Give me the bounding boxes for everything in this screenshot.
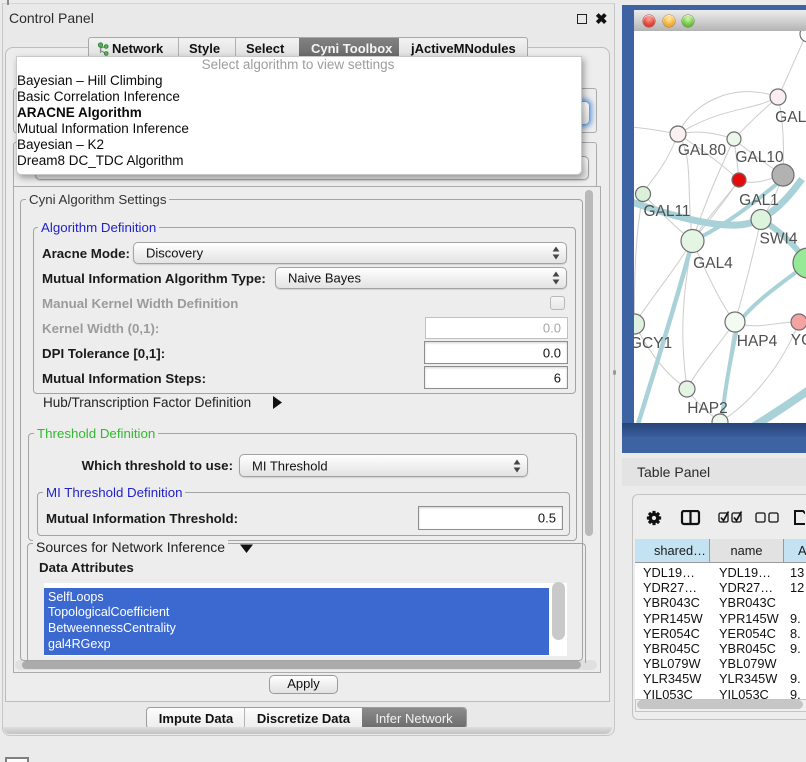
svg-text:HAP2: HAP2 — [687, 400, 728, 417]
svg-text:GAL4: GAL4 — [693, 255, 733, 272]
svg-text:YG: YG — [791, 332, 806, 349]
svg-text:GCY1: GCY1 — [634, 335, 672, 352]
svg-text:GAL80: GAL80 — [678, 142, 727, 159]
svg-text:SWI4: SWI4 — [760, 231, 798, 248]
svg-text:GAL11: GAL11 — [643, 203, 690, 220]
svg-text:GAL7: GAL7 — [775, 109, 806, 126]
svg-text:GAL1: GAL1 — [739, 192, 779, 209]
svg-text:HAP4: HAP4 — [737, 333, 778, 350]
svg-text:GAL10: GAL10 — [735, 149, 784, 166]
